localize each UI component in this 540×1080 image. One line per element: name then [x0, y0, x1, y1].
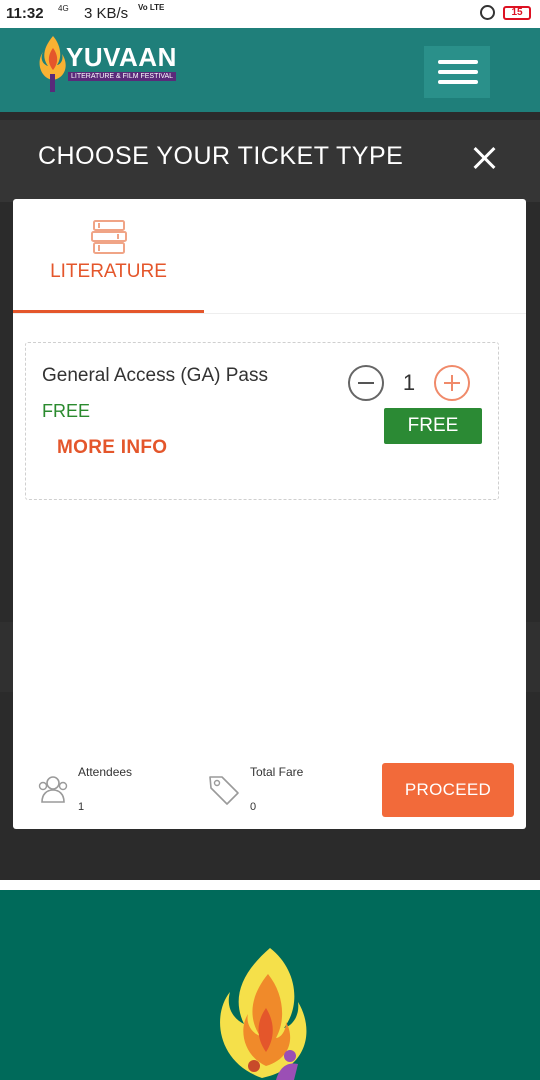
flame-logo-icon: [220, 948, 307, 1080]
ticket-card: LITERATURE General Access (GA) Pass FREE…: [13, 199, 526, 829]
price-tag-icon: [209, 776, 239, 805]
status-time: 11:32: [6, 5, 44, 22]
section-divider: [0, 880, 540, 890]
flame-logo-icon: [39, 36, 66, 92]
network-indicator: 4G: [58, 4, 69, 13]
volte-indicator: Vo LTE: [138, 3, 165, 12]
ticket-price: FREE: [42, 401, 91, 421]
menu-button[interactable]: [424, 46, 490, 98]
brand-name: YUVAAN: [66, 42, 177, 72]
attendees-value: 1: [78, 801, 85, 813]
battery-indicator: 15: [503, 6, 531, 20]
app-header: YUVAAN LITERATURE & FILM FESTIVAL: [0, 28, 540, 112]
decrease-quantity-button[interactable]: [348, 365, 384, 401]
site-logo[interactable]: YUVAAN LITERATURE & FILM FESTIVAL: [38, 32, 188, 96]
total-fare-label: Total Fare: [250, 765, 304, 779]
lock-icon: [480, 5, 495, 20]
attendees-icon: [38, 776, 68, 803]
total-fare-value: 0: [250, 801, 257, 813]
price-badge: FREE: [384, 408, 482, 444]
ticket-item: General Access (GA) Pass FREE MORE INFO …: [25, 342, 499, 500]
hamburger-icon: [438, 60, 478, 64]
more-info-link[interactable]: MORE INFO: [57, 437, 167, 459]
ticket-name: General Access (GA) Pass: [42, 365, 268, 386]
books-icon: [91, 220, 127, 254]
modal-title: CHOOSE YOUR TICKET TYPE: [38, 142, 404, 170]
network-speed: 3 KB/s: [84, 5, 129, 22]
quantity-value: 1: [402, 370, 416, 395]
tab-divider: [13, 313, 526, 314]
tab-label: LITERATURE: [50, 261, 167, 282]
attendees-label: Attendees: [78, 765, 133, 779]
hamburger-icon-line: [438, 80, 478, 84]
increase-quantity-button[interactable]: [434, 365, 470, 401]
status-bar: 11:32 4G 3 KB/s Vo LTE 15: [0, 0, 540, 28]
hamburger-icon-line: [438, 70, 478, 74]
proceed-button[interactable]: PROCEED: [382, 763, 514, 817]
brand-tagline: LITERATURE & FILM FESTIVAL: [68, 72, 177, 81]
tab-literature[interactable]: LITERATURE: [13, 199, 204, 314]
close-icon[interactable]: [470, 144, 498, 172]
